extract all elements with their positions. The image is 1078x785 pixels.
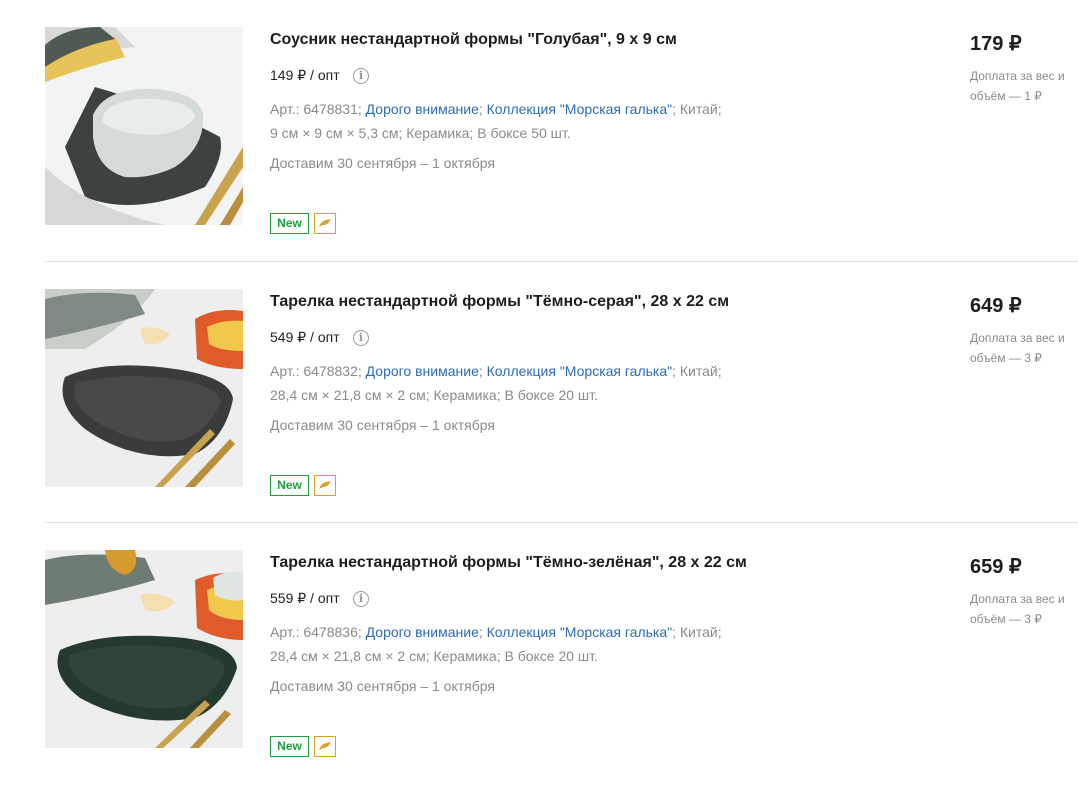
product-card: Тарелка нестандартной формы "Тёмно-серая… [0,262,1078,524]
product-meta: Арт.: 6478831; Дорого внимание; Коллекци… [270,101,722,141]
article-number: Арт.: 6478832; [270,363,362,379]
product-title[interactable]: Тарелка нестандартной формы "Тёмно-зелён… [270,554,747,572]
product-card: Тарелка нестандартной формы "Тёмно-зелён… [0,523,1078,785]
collection-link[interactable]: Коллекция "Морская галька" [487,624,672,640]
brand-link[interactable]: Дорого внимание [366,624,479,640]
product-meta: Арт.: 6478836; Дорого внимание; Коллекци… [270,624,722,664]
collection-link[interactable]: Коллекция "Морская галька" [487,101,672,117]
product-specs: 28,4 см × 21,8 см × 2 см; Керамика; В бо… [270,387,598,403]
dark-grey-plate-photo-icon [45,289,243,487]
surcharge-note: Доплата за вес и объём — 3 ₽ [970,331,1065,365]
wholesale-price: 549 ₽ / опт [270,329,340,345]
dark-green-plate-photo-icon [45,550,243,748]
delivery-date: Доставим 30 сентября – 1 октября [270,678,495,694]
product-card: Соусник нестандартной формы "Голубая", 9… [0,0,1078,262]
country: Китай; [679,624,722,640]
new-badge: New [270,736,309,757]
info-icon[interactable]: i [353,330,369,346]
article-number: Арт.: 6478831; [270,101,362,117]
info-icon[interactable]: i [353,591,369,607]
product-title[interactable]: Соусник нестандартной формы "Голубая", 9… [270,31,677,49]
brand-badge-icon [314,475,336,496]
product-meta: Арт.: 6478832; Дорого внимание; Коллекци… [270,363,722,403]
wholesale-price: 559 ₽ / опт [270,590,340,606]
product-specs: 9 см × 9 см × 5,3 см; Керамика; В боксе … [270,125,571,141]
price: 649 ₽ [970,295,1022,317]
delivery-date: Доставим 30 сентября – 1 октября [270,417,495,433]
price: 179 ₽ [970,33,1022,55]
product-specs: 28,4 см × 21,8 см × 2 см; Керамика; В бо… [270,648,598,664]
price: 659 ₽ [970,556,1022,578]
product-image[interactable] [45,550,243,748]
surcharge-note: Доплата за вес и объём — 3 ₽ [970,592,1065,626]
article-number: Арт.: 6478836; [270,624,362,640]
brand-link[interactable]: Дорого внимание [366,101,479,117]
info-icon[interactable]: i [353,68,369,84]
wholesale-price: 149 ₽ / опт [270,67,340,83]
brand-badge-icon [314,213,336,234]
new-badge: New [270,475,309,496]
country: Китай; [679,101,722,117]
surcharge-note: Доплата за вес и объём — 1 ₽ [970,69,1065,103]
collection-link[interactable]: Коллекция "Морская галька" [487,363,672,379]
ceramic-bowl-photo-icon [45,27,243,225]
delivery-date: Доставим 30 сентября – 1 октября [270,155,495,171]
brand-link[interactable]: Дорого внимание [366,363,479,379]
new-badge: New [270,213,309,234]
country: Китай; [679,363,722,379]
product-image[interactable] [45,27,243,225]
brand-badge-icon [314,736,336,757]
product-title[interactable]: Тарелка нестандартной формы "Тёмно-серая… [270,293,729,311]
product-image[interactable] [45,289,243,487]
